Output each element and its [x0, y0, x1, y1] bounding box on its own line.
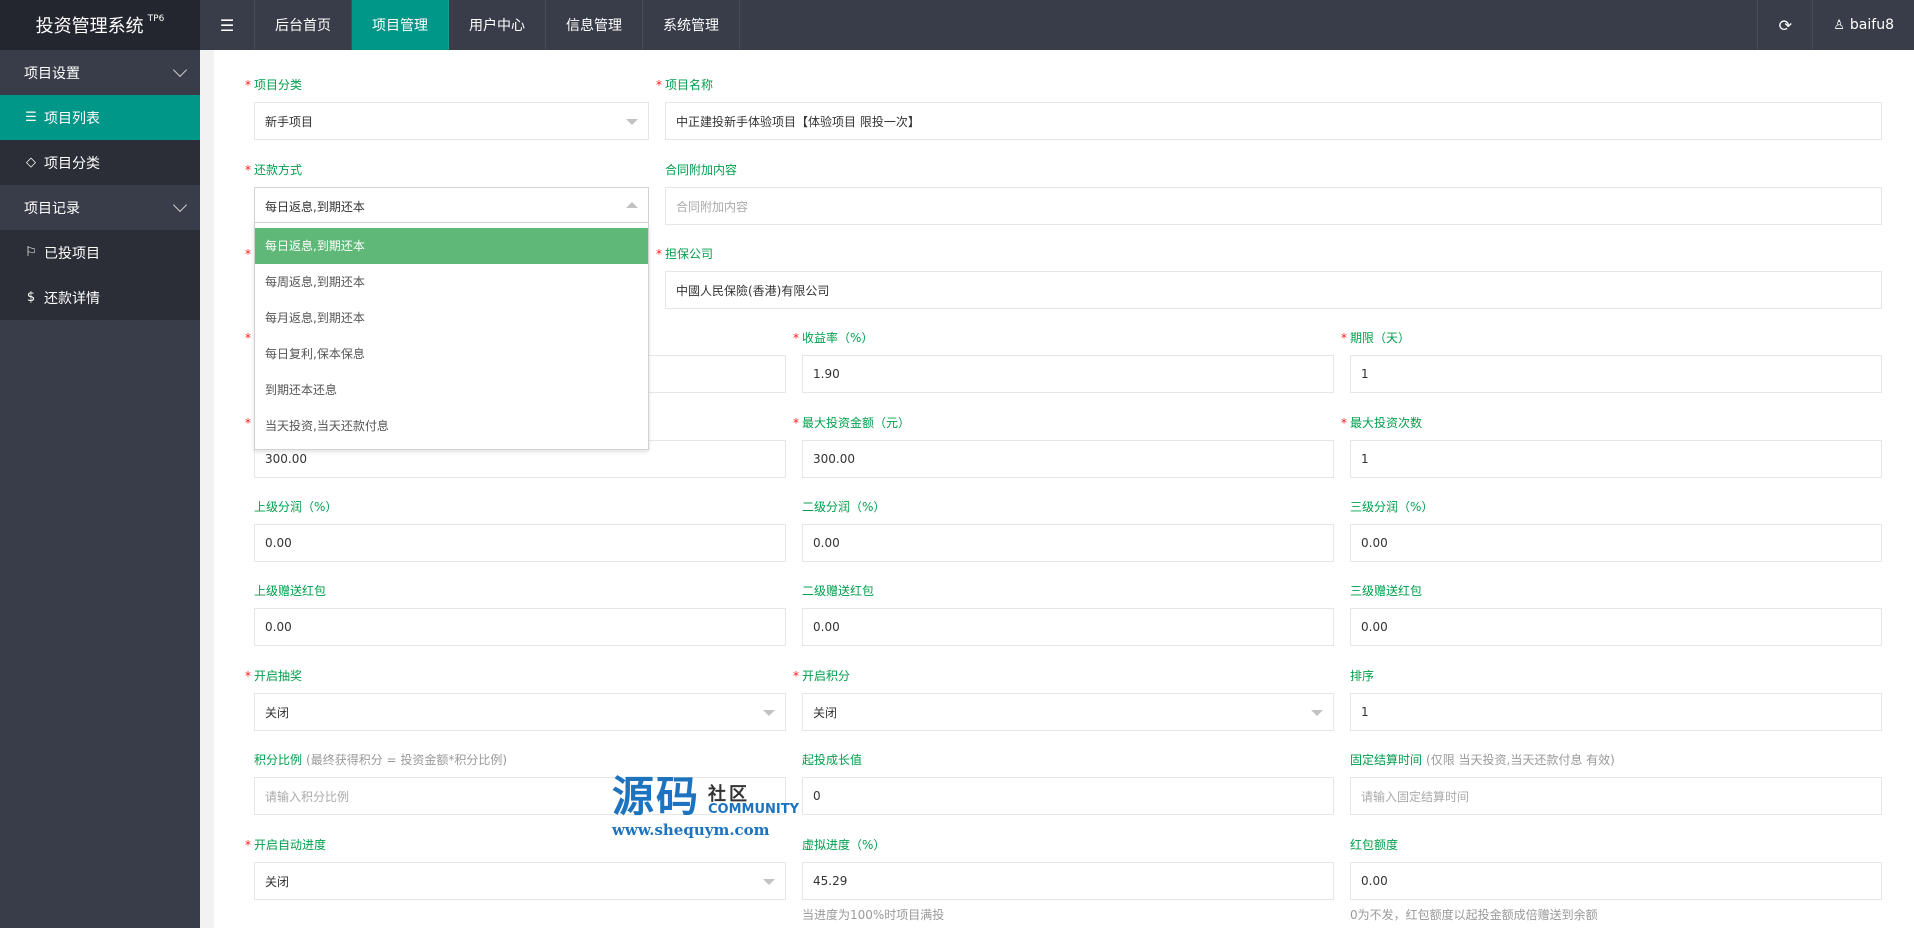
nav-system-management[interactable]: 系统管理	[643, 0, 740, 50]
field-lv2-share: 二级分润（%） 0.00	[802, 498, 1334, 562]
form-card: * 项目分类 新手项目 * 项目名称 中正建投新手体验项目【体验项目 限投一次】 *…	[214, 50, 1914, 928]
auto-progress-select[interactable]: 关闭	[254, 862, 786, 900]
user-name: baifu8	[1849, 17, 1894, 33]
guarantor-input[interactable]: 中國人民保險(香港)有限公司	[665, 271, 1882, 309]
lv2-share-input[interactable]: 0.00	[802, 524, 1334, 562]
field-max-amount: * 最大投资金额（元） 300.00	[793, 414, 1334, 478]
field-sort: 排序 1	[1350, 667, 1882, 731]
sidebar-item-project-category[interactable]: ◇ 项目分类	[0, 140, 200, 185]
caret-down-icon	[626, 119, 638, 125]
flag-icon: ⚐	[25, 245, 37, 260]
dropdown-option[interactable]: 每日返息,到期还本	[255, 228, 648, 264]
caret-down-icon	[1311, 710, 1323, 716]
app-logo[interactable]: 投资管理系统 TP6	[0, 0, 200, 50]
field-lv1-share: 上级分润（%） 0.00	[254, 498, 786, 562]
rate-input[interactable]: 1.90	[802, 355, 1334, 393]
dropdown-option[interactable]: 到期还本还息	[255, 372, 648, 408]
top-nav: ☰ 后台首页 项目管理 用户中心 信息管理 系统管理	[200, 0, 740, 50]
dollar-icon: $	[26, 290, 36, 305]
dropdown-option[interactable]: 每周返息,到期还本	[255, 264, 648, 300]
watermark-en: COMMUNITY	[708, 802, 800, 817]
nav-home[interactable]: 后台首页	[255, 0, 352, 50]
redpack-amount-input[interactable]: 0.00	[1350, 862, 1882, 900]
sidebar-item-repayment-details[interactable]: $ 还款详情	[0, 275, 200, 320]
settle-time-input[interactable]: 请输入固定结算时间	[1350, 777, 1882, 815]
lv3-redpack-input[interactable]: 0.00	[1350, 608, 1882, 646]
field-settle-time: 固定结算时间 (仅限 当天投资,当天还款付息 有效) 请输入固定结算时间	[1350, 751, 1882, 815]
dropdown-option[interactable]: 当天投资,当天还款付息	[255, 408, 648, 444]
redpack-amount-help: 0为不发，红包额度以起投金额成倍赠送到余额	[1350, 908, 1598, 922]
user-icon: ♙	[1833, 17, 1845, 33]
field-points: * 开启积分 关闭	[793, 667, 1334, 731]
sidebar: 项目设置 ☰ 项目列表 ◇ 项目分类 项目记录 ⚐ 已投项目 $ 还款详情	[0, 50, 200, 928]
virtual-progress-help: 当进度为100%时项目满投	[802, 908, 945, 922]
lv1-share-input[interactable]: 0.00	[254, 524, 786, 562]
field-lv1-redpack: 上级赠送红包 0.00	[254, 582, 786, 646]
top-header: 投资管理系统 TP6 ☰ 后台首页 项目管理 用户中心 信息管理 系统管理 ⟳ ♙…	[0, 0, 1914, 50]
field-repay-method: * 还款方式 每日返息,到期还本	[245, 161, 649, 225]
user-menu[interactable]: ♙ baifu8	[1812, 0, 1914, 50]
sort-input[interactable]: 1	[1350, 693, 1882, 731]
field-term: * 期限（天） 1	[1341, 329, 1882, 393]
field-category: * 项目分类 新手项目	[245, 76, 649, 140]
header-right: ⟳ ♙ baifu8	[1757, 0, 1914, 50]
dropdown-option[interactable]: 每日复利,保本保息	[255, 336, 648, 372]
chevron-down-icon	[172, 62, 188, 78]
field-virtual-progress: 虚拟进度（%） 45.29 当进度为100%时项目满投	[802, 836, 1334, 923]
lv1-redpack-input[interactable]: 0.00	[254, 608, 786, 646]
caret-up-icon	[626, 202, 638, 208]
nav-user-center[interactable]: 用户中心	[449, 0, 546, 50]
lv3-share-input[interactable]: 0.00	[1350, 524, 1882, 562]
field-growth: 起投成长值 0	[802, 751, 1334, 815]
max-amount-input[interactable]: 300.00	[802, 440, 1334, 478]
virtual-progress-input[interactable]: 45.29	[802, 862, 1334, 900]
chevron-down-icon	[172, 197, 188, 213]
repay-method-dropdown: 每日返息,到期还本 每周返息,到期还本 每月返息,到期还本 每日复利,保本保息 …	[254, 222, 649, 450]
max-times-input[interactable]: 1	[1350, 440, 1882, 478]
category-select[interactable]: 新手项目	[254, 102, 649, 140]
name-input[interactable]: 中正建投新手体验项目【体验项目 限投一次】	[665, 102, 1882, 140]
field-guarantor: * 担保公司 中國人民保險(香港)有限公司	[656, 245, 1882, 309]
field-name: * 项目名称 中正建投新手体验项目【体验项目 限投一次】	[656, 76, 1882, 140]
refresh-icon[interactable]: ⟳	[1757, 0, 1812, 50]
caret-down-icon	[763, 710, 775, 716]
field-redpack-amount: 红包额度 0.00 0为不发，红包额度以起投金额成倍赠送到余额	[1350, 836, 1882, 923]
main-content: * 项目分类 新手项目 * 项目名称 中正建投新手体验项目【体验项目 限投一次】 *…	[200, 50, 1914, 928]
field-lottery: * 开启抽奖 关闭	[245, 667, 786, 731]
term-input[interactable]: 1	[1350, 355, 1882, 393]
sidebar-group-project-settings[interactable]: 项目设置	[0, 50, 200, 95]
lv2-redpack-input[interactable]: 0.00	[802, 608, 1334, 646]
watermark-url: www.shequym.com	[612, 821, 770, 839]
repay-method-select[interactable]: 每日返息,到期还本	[254, 187, 649, 225]
menu-toggle-icon[interactable]: ☰	[200, 0, 255, 50]
nav-project-management[interactable]: 项目管理	[352, 0, 449, 50]
field-auto-progress: * 开启自动进度 关闭	[245, 836, 786, 900]
app-title-sup: TP6	[147, 14, 165, 24]
watermark: 源码 社区 COMMUNITY www.shequym.com	[612, 775, 799, 840]
growth-input[interactable]: 0	[802, 777, 1334, 815]
tag-icon: ◇	[26, 155, 36, 170]
caret-down-icon	[763, 879, 775, 885]
points-select[interactable]: 关闭	[802, 693, 1334, 731]
lottery-select[interactable]: 关闭	[254, 693, 786, 731]
sidebar-item-invested-projects[interactable]: ⚐ 已投项目	[0, 230, 200, 275]
field-max-times: * 最大投资次数 1	[1341, 414, 1882, 478]
field-lv3-redpack: 三级赠送红包 0.00	[1350, 582, 1882, 646]
field-lv2-redpack: 二级赠送红包 0.00	[802, 582, 1334, 646]
sidebar-item-project-list[interactable]: ☰ 项目列表	[0, 95, 200, 140]
dropdown-option[interactable]: 每月返息,到期还本	[255, 300, 648, 336]
sidebar-group-project-records[interactable]: 项目记录	[0, 185, 200, 230]
field-contract-extra: 合同附加内容 合同附加内容	[665, 161, 1882, 225]
contract-extra-input[interactable]: 合同附加内容	[665, 187, 1882, 225]
list-icon: ☰	[25, 110, 37, 125]
app-title: 投资管理系统	[35, 16, 144, 37]
field-lv3-share: 三级分润（%） 0.00	[1350, 498, 1882, 562]
nav-info-management[interactable]: 信息管理	[546, 0, 643, 50]
field-rate: * 收益率（%） 1.90	[793, 329, 1334, 393]
